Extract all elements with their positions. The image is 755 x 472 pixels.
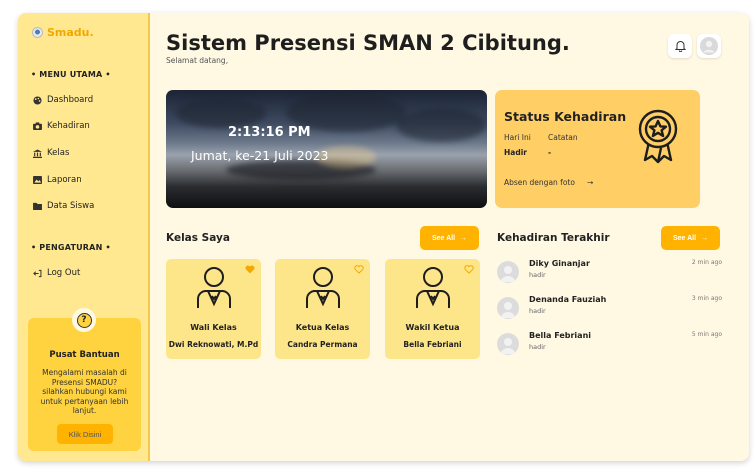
today-value: Hadir <box>504 148 527 157</box>
sidebar-item-label: Kehadiran <box>47 121 90 131</box>
logout-label: Log Out <box>47 268 81 278</box>
logout-button[interactable]: Log Out <box>33 268 80 278</box>
kelas-section-title: Kelas Saya <box>166 232 230 244</box>
attendee-time: 3 min ago <box>691 295 722 302</box>
sidebar-item-label: Data Siswa <box>47 201 95 211</box>
class-card-name: Candra Permana <box>287 340 358 349</box>
page-title: Sistem Presensi SMAN 2 Cibitung. <box>166 31 570 55</box>
student-avatar-icon <box>416 267 450 308</box>
camera-icon <box>33 122 42 131</box>
recent-section-title: Kehadiran Terakhir <box>497 232 610 244</box>
app-window: Smadu. • MENU UTAMA • Dashboard Kehadira… <box>18 13 749 461</box>
kelas-see-all-button[interactable]: See All → <box>420 226 479 250</box>
sidebar-item-label: Dashboard <box>47 95 94 105</box>
attendee-time: 5 min ago <box>691 331 722 338</box>
list-item[interactable]: Bella Febriani hadir 5 min ago <box>497 331 722 361</box>
note-value: - <box>548 148 552 157</box>
avatar <box>497 297 519 319</box>
clock-time: 2:13:16 PM <box>228 125 311 140</box>
sidebar-item-label: Laporan <box>47 175 82 185</box>
brand-name: Smadu. <box>47 26 94 39</box>
arrow-right-icon: → <box>586 178 594 187</box>
attendee-status: hadir <box>529 307 546 315</box>
sidebar-item-kehadiran[interactable]: Kehadiran <box>33 121 90 131</box>
brand[interactable]: Smadu. <box>32 26 94 39</box>
sidebar: Smadu. • MENU UTAMA • Dashboard Kehadira… <box>18 13 150 461</box>
class-card-ketua-kelas[interactable]: Ketua Kelas Candra Permana <box>275 259 370 359</box>
today-label: Hari Ini <box>504 133 531 142</box>
class-card-role: Wali Kelas <box>190 323 237 332</box>
photo-attendance-label: Absen dengan foto <box>504 178 575 187</box>
help-text: Mengalami masalah di Presensi SMADU? sil… <box>40 368 129 415</box>
student-avatar-icon <box>306 267 340 308</box>
sidebar-item-label: Kelas <box>47 148 70 158</box>
class-card-wali-kelas[interactable]: Wali Kelas Dwi Reknowati, M.Pd <box>166 259 261 359</box>
profile-avatar-button[interactable] <box>697 34 721 58</box>
school-logo-icon <box>32 27 43 38</box>
attendee-status: hadir <box>529 271 546 279</box>
image-icon <box>33 176 42 185</box>
attendee-status: hadir <box>529 343 546 351</box>
note-label: Catatan <box>548 133 578 142</box>
attendee-time: 2 min ago <box>691 259 722 266</box>
arrow-right-icon: → <box>701 234 709 242</box>
class-card-name: Bella Febriani <box>403 340 462 349</box>
list-item[interactable]: Denanda Fauziah hadir 3 min ago <box>497 295 722 325</box>
avatar <box>497 261 519 283</box>
notification-button[interactable] <box>668 34 692 58</box>
help-card: ? Pusat Bantuan Mengalami masalah di Pre… <box>28 308 141 451</box>
sidebar-item-laporan[interactable]: Laporan <box>33 175 82 185</box>
class-card-wakil-ketua[interactable]: Wakil Ketua Bella Febriani <box>385 259 480 359</box>
attendee-name: Diky Ginanjar <box>529 259 590 268</box>
award-medal-icon <box>638 109 678 164</box>
list-item[interactable]: Diky Ginanjar hadir 2 min ago <box>497 259 722 289</box>
see-all-label: See All <box>431 234 456 242</box>
logout-icon <box>33 269 42 278</box>
photo-attendance-link[interactable]: Absen dengan foto → <box>504 178 593 187</box>
help-title: Pusat Bantuan <box>49 350 120 360</box>
status-title: Status Kehadiran <box>504 109 627 124</box>
heart-outline-icon[interactable] <box>464 265 474 274</box>
attendee-name: Denanda Fauziah <box>529 295 607 304</box>
heart-outline-icon[interactable] <box>354 265 364 274</box>
sidebar-item-data-siswa[interactable]: Data Siswa <box>33 201 94 211</box>
arrow-right-icon: → <box>460 234 468 242</box>
class-card-role: Wakil Ketua <box>405 323 460 332</box>
class-card-role: Ketua Kelas <box>295 323 350 332</box>
avatar-icon <box>700 37 718 55</box>
palette-icon <box>33 95 42 105</box>
settings-section-title: • PENGATURAN • <box>31 243 111 252</box>
recent-see-all-button[interactable]: See All → <box>661 226 720 250</box>
sidebar-item-dashboard[interactable]: Dashboard <box>33 95 93 105</box>
sidebar-item-kelas[interactable]: Kelas <box>33 148 69 158</box>
help-button[interactable]: Klik Disini <box>57 424 113 444</box>
help-icon: ? <box>72 308 96 332</box>
attendance-status-card: Status Kehadiran Hari Ini Catatan Hadir … <box>495 90 700 208</box>
folder-icon <box>33 202 42 211</box>
teacher-avatar-icon <box>197 267 231 308</box>
page-subtitle: Selamat datang, <box>166 56 229 65</box>
bank-icon <box>33 148 42 158</box>
attendee-name: Bella Febriani <box>529 331 592 340</box>
heart-filled-icon[interactable] <box>245 265 255 274</box>
clock-banner: 2:13:16 PM Jumat, ke-21 Juli 2023 <box>166 90 487 208</box>
see-all-label: See All <box>672 234 697 242</box>
clock-date: Jumat, ke-21 Juli 2023 <box>191 148 329 163</box>
menu-section-title: • MENU UTAMA • <box>31 70 111 79</box>
bell-icon <box>674 41 686 52</box>
avatar <box>497 333 519 355</box>
class-card-name: Dwi Reknowati, M.Pd <box>168 340 259 349</box>
